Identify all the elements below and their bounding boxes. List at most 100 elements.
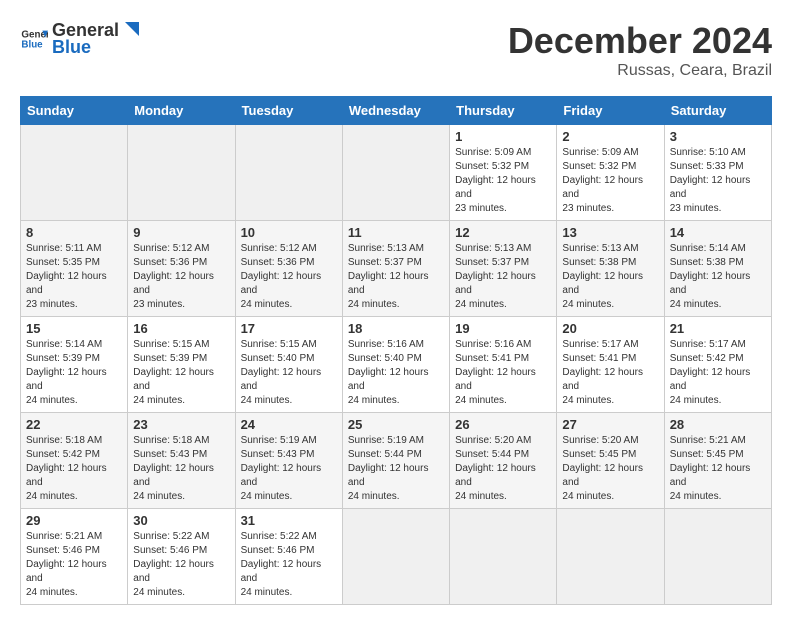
day-number: 23: [133, 417, 229, 432]
month-title: December 2024: [508, 20, 772, 62]
day-number: 29: [26, 513, 122, 528]
calendar-cell: [21, 125, 128, 221]
weekday-header-sunday: Sunday: [21, 97, 128, 125]
calendar-cell: 28 Sunrise: 5:21 AM Sunset: 5:45 PM Dayl…: [664, 413, 771, 509]
day-number: 14: [670, 225, 766, 240]
day-number: 1: [455, 129, 551, 144]
day-number: 20: [562, 321, 658, 336]
weekday-header-saturday: Saturday: [664, 97, 771, 125]
calendar-header-row: SundayMondayTuesdayWednesdayThursdayFrid…: [21, 97, 772, 125]
calendar-body: 1 Sunrise: 5:09 AM Sunset: 5:32 PM Dayli…: [21, 125, 772, 605]
day-info: Sunrise: 5:20 AM Sunset: 5:44 PM Dayligh…: [455, 434, 551, 504]
title-section: December 2024 Russas, Ceara, Brazil: [508, 20, 772, 80]
weekday-header-monday: Monday: [128, 97, 235, 125]
calendar-cell: 23 Sunrise: 5:18 AM Sunset: 5:43 PM Dayl…: [128, 413, 235, 509]
calendar-cell: 31 Sunrise: 5:22 AM Sunset: 5:46 PM Dayl…: [235, 509, 342, 605]
day-number: 18: [348, 321, 444, 336]
day-number: 30: [133, 513, 229, 528]
calendar-cell: 17 Sunrise: 5:15 AM Sunset: 5:40 PM Dayl…: [235, 317, 342, 413]
day-number: 2: [562, 129, 658, 144]
calendar-cell: 27 Sunrise: 5:20 AM Sunset: 5:45 PM Dayl…: [557, 413, 664, 509]
calendar-cell: 29 Sunrise: 5:21 AM Sunset: 5:46 PM Dayl…: [21, 509, 128, 605]
calendar-cell: 18 Sunrise: 5:16 AM Sunset: 5:40 PM Dayl…: [342, 317, 449, 413]
day-info: Sunrise: 5:13 AM Sunset: 5:37 PM Dayligh…: [348, 242, 444, 312]
day-info: Sunrise: 5:14 AM Sunset: 5:39 PM Dayligh…: [26, 338, 122, 408]
calendar-cell: 22 Sunrise: 5:18 AM Sunset: 5:42 PM Dayl…: [21, 413, 128, 509]
day-number: 28: [670, 417, 766, 432]
calendar-week-4: 22 Sunrise: 5:18 AM Sunset: 5:42 PM Dayl…: [21, 413, 772, 509]
logo-icon: General Blue: [20, 25, 48, 53]
day-number: 25: [348, 417, 444, 432]
weekday-header-friday: Friday: [557, 97, 664, 125]
calendar-cell: 25 Sunrise: 5:19 AM Sunset: 5:44 PM Dayl…: [342, 413, 449, 509]
day-info: Sunrise: 5:19 AM Sunset: 5:44 PM Dayligh…: [348, 434, 444, 504]
calendar-cell: 12 Sunrise: 5:13 AM Sunset: 5:37 PM Dayl…: [450, 221, 557, 317]
calendar-cell: 24 Sunrise: 5:19 AM Sunset: 5:43 PM Dayl…: [235, 413, 342, 509]
calendar-cell: 30 Sunrise: 5:22 AM Sunset: 5:46 PM Dayl…: [128, 509, 235, 605]
day-info: Sunrise: 5:22 AM Sunset: 5:46 PM Dayligh…: [133, 530, 229, 600]
calendar-cell: [664, 509, 771, 605]
day-number: 10: [241, 225, 337, 240]
calendar-cell: 16 Sunrise: 5:15 AM Sunset: 5:39 PM Dayl…: [128, 317, 235, 413]
day-number: 11: [348, 225, 444, 240]
day-info: Sunrise: 5:13 AM Sunset: 5:37 PM Dayligh…: [455, 242, 551, 312]
calendar-cell: [235, 125, 342, 221]
day-info: Sunrise: 5:16 AM Sunset: 5:41 PM Dayligh…: [455, 338, 551, 408]
calendar-cell: 19 Sunrise: 5:16 AM Sunset: 5:41 PM Dayl…: [450, 317, 557, 413]
header: General Blue General Blue December 2024 …: [20, 20, 772, 80]
calendar-cell: [342, 125, 449, 221]
day-number: 24: [241, 417, 337, 432]
day-number: 15: [26, 321, 122, 336]
weekday-header-tuesday: Tuesday: [235, 97, 342, 125]
calendar-cell: 8 Sunrise: 5:11 AM Sunset: 5:35 PM Dayli…: [21, 221, 128, 317]
day-number: 3: [670, 129, 766, 144]
day-info: Sunrise: 5:14 AM Sunset: 5:38 PM Dayligh…: [670, 242, 766, 312]
svg-text:Blue: Blue: [21, 39, 43, 50]
day-number: 13: [562, 225, 658, 240]
day-number: 17: [241, 321, 337, 336]
day-info: Sunrise: 5:17 AM Sunset: 5:41 PM Dayligh…: [562, 338, 658, 408]
calendar-cell: 2 Sunrise: 5:09 AM Sunset: 5:32 PM Dayli…: [557, 125, 664, 221]
calendar-cell: 11 Sunrise: 5:13 AM Sunset: 5:37 PM Dayl…: [342, 221, 449, 317]
day-info: Sunrise: 5:21 AM Sunset: 5:45 PM Dayligh…: [670, 434, 766, 504]
day-number: 27: [562, 417, 658, 432]
calendar-cell: 3 Sunrise: 5:10 AM Sunset: 5:33 PM Dayli…: [664, 125, 771, 221]
day-info: Sunrise: 5:19 AM Sunset: 5:43 PM Dayligh…: [241, 434, 337, 504]
day-info: Sunrise: 5:18 AM Sunset: 5:42 PM Dayligh…: [26, 434, 122, 504]
day-info: Sunrise: 5:20 AM Sunset: 5:45 PM Dayligh…: [562, 434, 658, 504]
day-number: 19: [455, 321, 551, 336]
day-info: Sunrise: 5:12 AM Sunset: 5:36 PM Dayligh…: [133, 242, 229, 312]
day-number: 12: [455, 225, 551, 240]
day-info: Sunrise: 5:10 AM Sunset: 5:33 PM Dayligh…: [670, 146, 766, 216]
calendar-cell: 15 Sunrise: 5:14 AM Sunset: 5:39 PM Dayl…: [21, 317, 128, 413]
logo-triangle-icon: [121, 22, 139, 40]
day-info: Sunrise: 5:18 AM Sunset: 5:43 PM Dayligh…: [133, 434, 229, 504]
logo-blue-text: Blue: [52, 37, 91, 57]
calendar-week-5: 29 Sunrise: 5:21 AM Sunset: 5:46 PM Dayl…: [21, 509, 772, 605]
day-info: Sunrise: 5:09 AM Sunset: 5:32 PM Dayligh…: [455, 146, 551, 216]
calendar-cell: 9 Sunrise: 5:12 AM Sunset: 5:36 PM Dayli…: [128, 221, 235, 317]
calendar-week-3: 15 Sunrise: 5:14 AM Sunset: 5:39 PM Dayl…: [21, 317, 772, 413]
calendar-week-2: 8 Sunrise: 5:11 AM Sunset: 5:35 PM Dayli…: [21, 221, 772, 317]
day-number: 22: [26, 417, 122, 432]
calendar-cell: 26 Sunrise: 5:20 AM Sunset: 5:44 PM Dayl…: [450, 413, 557, 509]
day-number: 21: [670, 321, 766, 336]
calendar-week-1: 1 Sunrise: 5:09 AM Sunset: 5:32 PM Dayli…: [21, 125, 772, 221]
calendar-cell: 20 Sunrise: 5:17 AM Sunset: 5:41 PM Dayl…: [557, 317, 664, 413]
day-number: 9: [133, 225, 229, 240]
logo: General Blue General Blue: [20, 20, 139, 58]
day-info: Sunrise: 5:22 AM Sunset: 5:46 PM Dayligh…: [241, 530, 337, 600]
calendar-cell: 21 Sunrise: 5:17 AM Sunset: 5:42 PM Dayl…: [664, 317, 771, 413]
calendar-cell: [557, 509, 664, 605]
calendar-cell: 13 Sunrise: 5:13 AM Sunset: 5:38 PM Dayl…: [557, 221, 664, 317]
day-number: 31: [241, 513, 337, 528]
day-info: Sunrise: 5:17 AM Sunset: 5:42 PM Dayligh…: [670, 338, 766, 408]
calendar-cell: 1 Sunrise: 5:09 AM Sunset: 5:32 PM Dayli…: [450, 125, 557, 221]
day-number: 8: [26, 225, 122, 240]
day-info: Sunrise: 5:09 AM Sunset: 5:32 PM Dayligh…: [562, 146, 658, 216]
calendar-table: SundayMondayTuesdayWednesdayThursdayFrid…: [20, 96, 772, 605]
calendar-cell: [128, 125, 235, 221]
day-info: Sunrise: 5:16 AM Sunset: 5:40 PM Dayligh…: [348, 338, 444, 408]
day-info: Sunrise: 5:11 AM Sunset: 5:35 PM Dayligh…: [26, 242, 122, 312]
weekday-header-thursday: Thursday: [450, 97, 557, 125]
